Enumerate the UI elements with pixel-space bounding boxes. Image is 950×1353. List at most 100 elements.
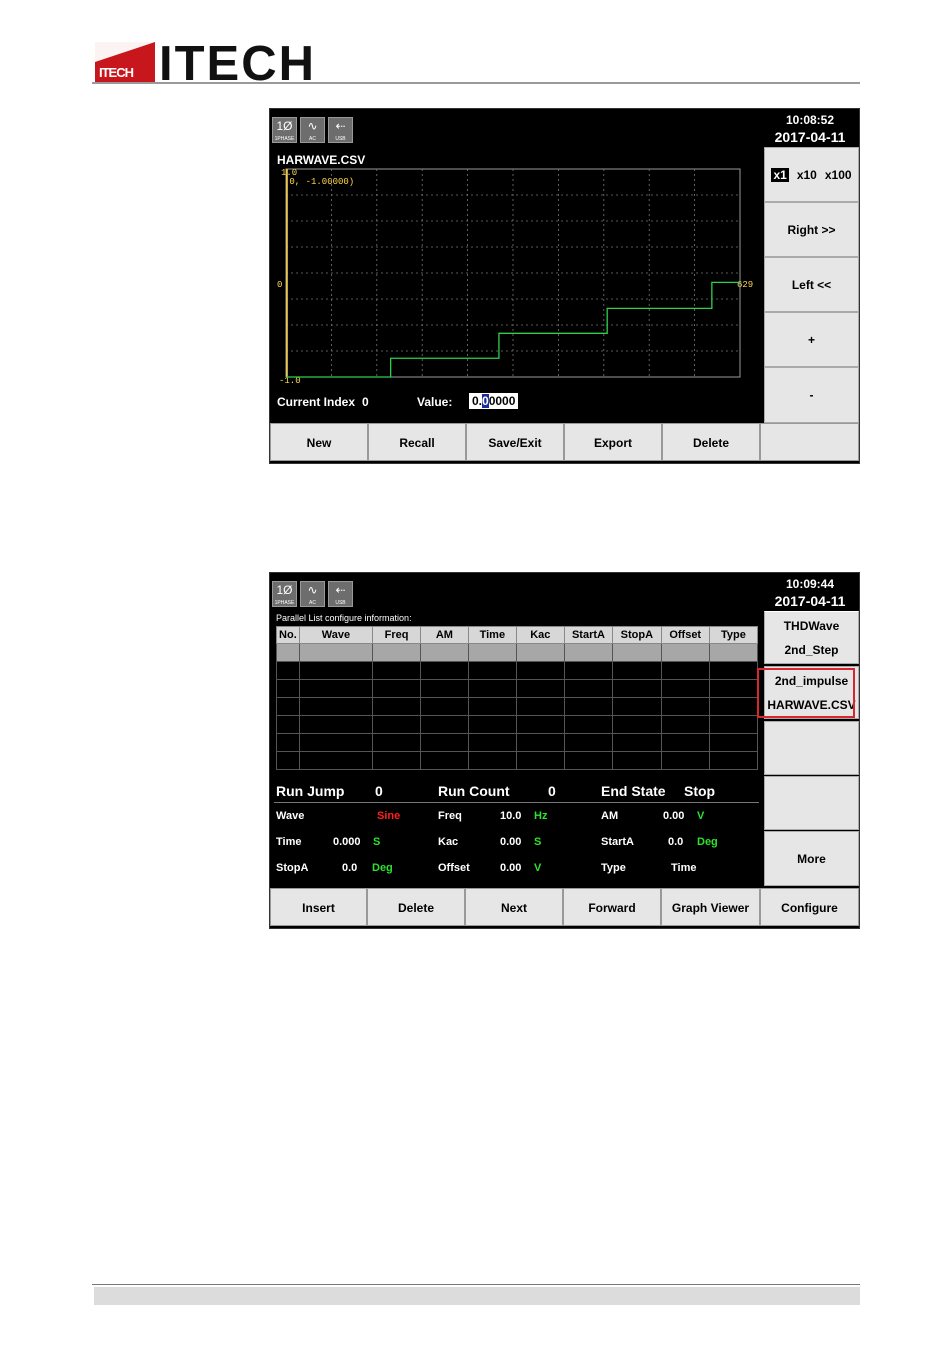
export-button[interactable]: Export bbox=[564, 423, 662, 461]
table-cell[interactable] bbox=[660, 697, 710, 716]
more-button[interactable]: More bbox=[764, 831, 859, 886]
value-input[interactable]: 0.00000 bbox=[469, 393, 519, 409]
table-cell[interactable] bbox=[563, 697, 614, 716]
table-cell[interactable] bbox=[612, 751, 662, 770]
table-cell[interactable] bbox=[467, 661, 517, 680]
table-cell[interactable] bbox=[563, 733, 614, 752]
table-cell[interactable] bbox=[371, 643, 422, 662]
table-row[interactable] bbox=[276, 751, 759, 770]
table-cell[interactable] bbox=[515, 661, 565, 680]
table-cell[interactable] bbox=[371, 715, 422, 734]
table-cell[interactable] bbox=[420, 715, 469, 734]
type-value[interactable]: Time bbox=[671, 862, 696, 874]
forward-button[interactable]: Forward bbox=[563, 888, 661, 926]
table-cell[interactable] bbox=[708, 643, 759, 662]
table-cell[interactable] bbox=[371, 733, 422, 752]
thdwave-2nd-step-button[interactable]: THDWave 2nd_Step bbox=[764, 611, 859, 664]
table-cell[interactable] bbox=[467, 679, 517, 698]
table-cell[interactable] bbox=[298, 679, 374, 698]
delete-button[interactable]: Delete bbox=[662, 423, 760, 461]
insert-button[interactable]: Insert bbox=[270, 888, 367, 926]
table-cell[interactable] bbox=[467, 643, 517, 662]
save-exit-button[interactable]: Save/Exit bbox=[466, 423, 564, 461]
table-cell[interactable] bbox=[708, 733, 759, 752]
table-cell[interactable] bbox=[515, 715, 565, 734]
table-cell[interactable] bbox=[276, 733, 300, 752]
table-cell[interactable] bbox=[563, 715, 614, 734]
table-cell[interactable] bbox=[276, 751, 300, 770]
table-cell[interactable] bbox=[276, 679, 300, 698]
next-button[interactable]: Next bbox=[465, 888, 563, 926]
table-cell[interactable] bbox=[276, 643, 300, 662]
table-cell[interactable] bbox=[660, 643, 710, 662]
table-cell[interactable] bbox=[708, 679, 759, 698]
table-cell[interactable] bbox=[612, 643, 662, 662]
table-cell[interactable] bbox=[708, 697, 759, 716]
run-jump-value[interactable]: 0 bbox=[375, 783, 383, 799]
offset-value[interactable]: 0.00 bbox=[500, 862, 521, 874]
run-count-value[interactable]: 0 bbox=[548, 783, 556, 799]
wave-value[interactable]: Sine bbox=[377, 810, 400, 822]
table-cell[interactable] bbox=[708, 751, 759, 770]
table-row[interactable] bbox=[276, 697, 759, 716]
kac-value[interactable]: 0.00 bbox=[500, 836, 521, 848]
table-cell[interactable] bbox=[467, 697, 517, 716]
table-cell[interactable] bbox=[467, 715, 517, 734]
time-value[interactable]: 0.000 bbox=[333, 836, 361, 848]
table-row[interactable] bbox=[276, 661, 759, 680]
zoom-x100[interactable]: x100 bbox=[825, 168, 852, 182]
table-cell[interactable] bbox=[467, 751, 517, 770]
table-cell[interactable] bbox=[612, 661, 662, 680]
recall-button[interactable]: Recall bbox=[368, 423, 466, 461]
starta-value[interactable]: 0.0 bbox=[668, 836, 683, 848]
table-cell[interactable] bbox=[563, 679, 614, 698]
table-cell[interactable] bbox=[420, 751, 469, 770]
zoom-x1[interactable]: x1 bbox=[771, 167, 789, 182]
table-cell[interactable] bbox=[660, 679, 710, 698]
table-cell[interactable] bbox=[276, 697, 300, 716]
table-row[interactable] bbox=[276, 679, 759, 698]
table-cell[interactable] bbox=[515, 697, 565, 716]
new-button[interactable]: New bbox=[270, 423, 368, 461]
am-value[interactable]: 0.00 bbox=[663, 810, 684, 822]
table-row[interactable] bbox=[276, 715, 759, 734]
table-cell[interactable] bbox=[371, 697, 422, 716]
table-cell[interactable] bbox=[515, 679, 565, 698]
table-cell[interactable] bbox=[298, 715, 374, 734]
zoom-x10[interactable]: x10 bbox=[797, 168, 817, 182]
minus-button[interactable]: - bbox=[764, 367, 859, 423]
table-cell[interactable] bbox=[563, 643, 614, 662]
side-blank-button-1[interactable] bbox=[764, 721, 859, 775]
freq-value[interactable]: 10.0 bbox=[500, 810, 521, 822]
graph-viewer-button[interactable]: Graph Viewer bbox=[661, 888, 760, 926]
table-cell[interactable] bbox=[276, 661, 300, 680]
table-cell[interactable] bbox=[708, 715, 759, 734]
table-cell[interactable] bbox=[371, 679, 422, 698]
right-button[interactable]: Right >> bbox=[764, 202, 859, 257]
side-blank-button-2[interactable] bbox=[764, 776, 859, 830]
table-row[interactable] bbox=[276, 733, 759, 752]
table-cell[interactable] bbox=[515, 643, 565, 662]
waveform-chart[interactable] bbox=[284, 167, 750, 389]
stopa-value[interactable]: 0.0 bbox=[342, 862, 357, 874]
table-cell[interactable] bbox=[420, 679, 469, 698]
table-cell[interactable] bbox=[298, 733, 374, 752]
configure-button[interactable]: Configure bbox=[760, 888, 859, 926]
table-cell[interactable] bbox=[660, 751, 710, 770]
table-cell[interactable] bbox=[298, 697, 374, 716]
table-cell[interactable] bbox=[660, 715, 710, 734]
table-cell[interactable] bbox=[515, 733, 565, 752]
table-cell[interactable] bbox=[612, 733, 662, 752]
table-cell[interactable] bbox=[612, 679, 662, 698]
table-cell[interactable] bbox=[298, 661, 374, 680]
zoom-button[interactable]: x1 x10 x100 bbox=[764, 147, 859, 202]
table-cell[interactable] bbox=[298, 751, 374, 770]
table-cell[interactable] bbox=[660, 733, 710, 752]
table-cell[interactable] bbox=[708, 661, 759, 680]
table-cell[interactable] bbox=[420, 697, 469, 716]
table-cell[interactable] bbox=[467, 733, 517, 752]
table-cell[interactable] bbox=[420, 643, 469, 662]
table-cell[interactable] bbox=[276, 715, 300, 734]
left-button[interactable]: Left << bbox=[764, 257, 859, 312]
table-cell[interactable] bbox=[660, 661, 710, 680]
